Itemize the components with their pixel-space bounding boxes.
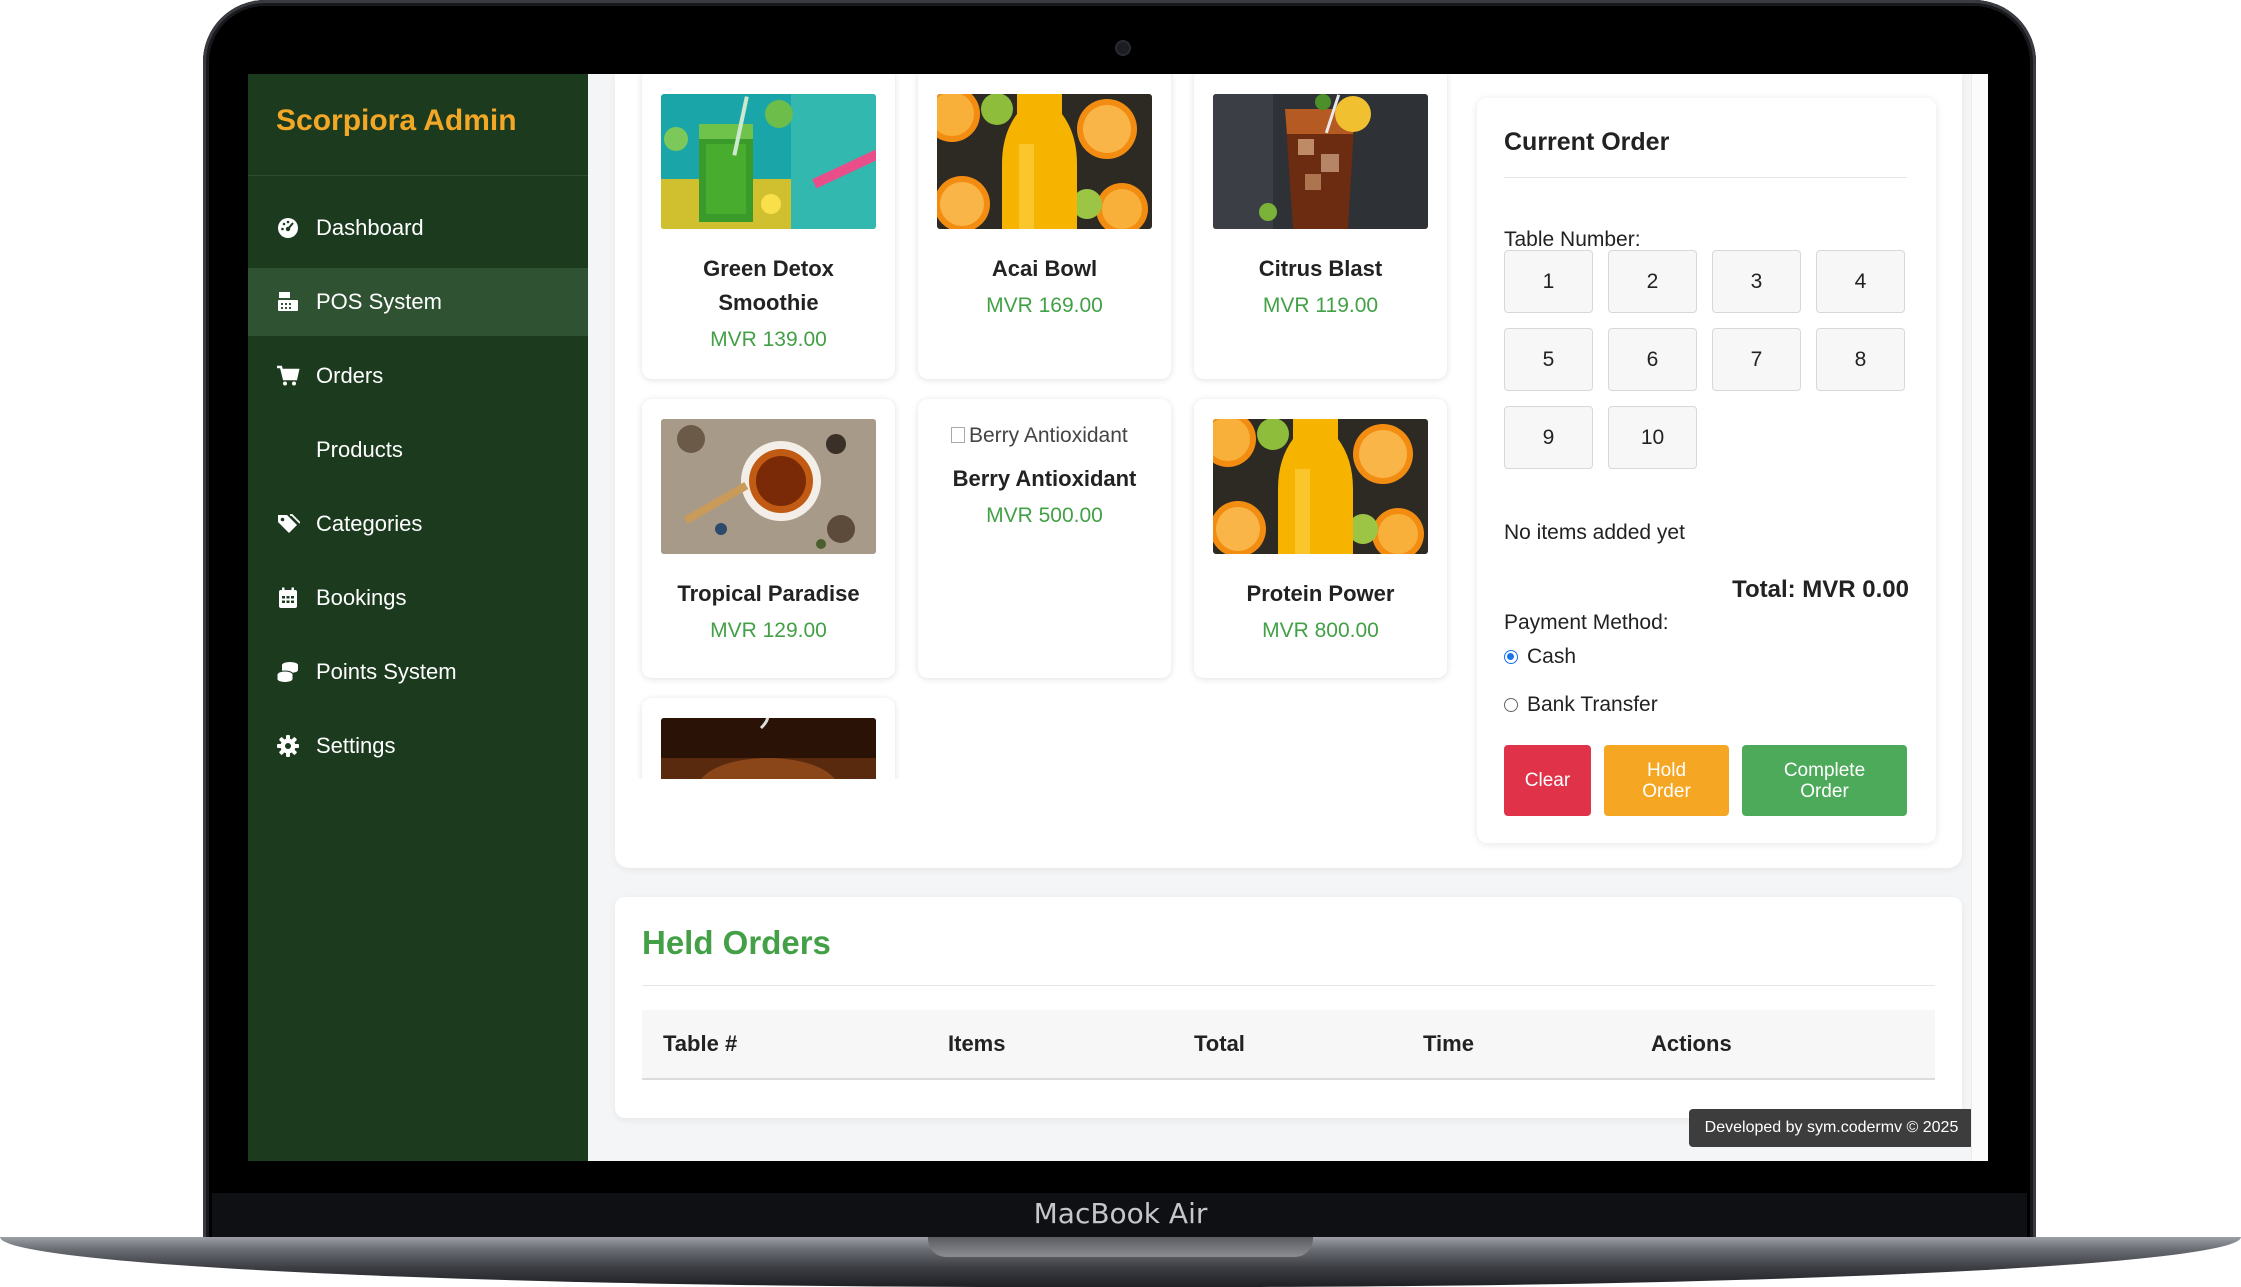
table-button-6[interactable]: 6 [1608,328,1697,391]
main-content: Green Detox Smoothie MVR 139.00 Acai Bow… [588,74,1988,1161]
column-header-time: Time [1423,1031,1474,1056]
sidebar-item-settings[interactable]: Settings [248,712,588,780]
sidebar-item-pos-system[interactable]: POS System [248,268,588,336]
held-orders-panel: Held Orders Table # Items Total Time Act… [615,897,1962,1118]
sidebar-item-label: Points System [316,659,457,684]
radio-bank-transfer[interactable] [1504,698,1518,712]
screen: Scorpiora Admin Dashboard POS System Ord… [248,74,1988,1161]
products-icon [276,438,300,462]
dashboard-icon [276,216,300,240]
hold-order-button[interactable]: Hold Order [1604,745,1729,816]
product-name: Citrus Blast [1258,256,1383,281]
product-grid: Green Detox Smoothie MVR 139.00 Acai Bow… [615,74,1467,779]
table-button-10[interactable]: 10 [1608,406,1697,469]
sidebar-nav: Dashboard POS System Orders Products Cat… [248,194,588,780]
camera-icon [1115,40,1131,56]
product-image [661,94,876,229]
product-name: Acai Bowl [991,256,1098,281]
table-button-9[interactable]: 9 [1504,406,1593,469]
column-header-table: Table # [663,1031,738,1056]
payment-option-label: Bank Transfer [1527,693,1658,716]
broken-image: Berry Antioxidant [918,399,1171,448]
sidebar-item-bookings[interactable]: Bookings [248,564,588,632]
product-card[interactable]: Protein Power MVR 800.00 [1194,399,1447,678]
product-card[interactable]: Berry Antioxidant Berry Antioxidant MVR … [918,399,1171,678]
held-orders-title: Held Orders [642,924,1935,986]
complete-order-button[interactable]: Complete Order [1742,745,1907,816]
developer-credit-badge: Developed by sym.codermv © 2025 [1689,1109,1974,1147]
current-order-panel: Current Order Table Number: 1 2 3 4 5 6 … [1477,98,1936,843]
sidebar-item-dashboard[interactable]: Dashboard [248,194,588,262]
table-button-3[interactable]: 3 [1712,250,1801,313]
sidebar-item-products[interactable]: Products [248,416,588,484]
device-label: MacBook Air [1033,1197,1208,1230]
product-image [661,718,876,779]
column-header-actions: Actions [1651,1031,1732,1056]
sidebar-item-label: Settings [316,733,396,758]
clear-button[interactable]: Clear [1504,745,1591,816]
payment-method-label: Payment Method: [1504,611,1669,634]
laptop-notch [928,1237,1313,1257]
column-header-total: Total [1194,1031,1245,1056]
sidebar-item-label: Orders [316,363,384,388]
product-image [937,94,1152,229]
sidebar-item-points-system[interactable]: Points System [248,638,588,706]
product-price: MVR 169.00 [986,294,1103,317]
sidebar-item-categories[interactable]: Categories [248,490,588,558]
tags-icon [276,512,300,536]
product-card[interactable]: Tropical Paradise MVR 129.00 [642,399,895,678]
complete-order-label: Complete Order [1783,759,1866,802]
broken-image-icon [951,427,965,443]
product-image [1213,419,1428,554]
empty-order-message: No items added yet [1504,521,1685,544]
sidebar-item-label: Products [316,437,403,462]
table-button-7[interactable]: 7 [1712,328,1801,391]
held-orders-table-header: Table # Items Total Time Actions [642,1010,1935,1080]
product-card[interactable]: Acai Bowl MVR 169.00 [918,74,1171,379]
table-button-8[interactable]: 8 [1816,328,1905,391]
scrollbar[interactable] [1971,74,1988,1161]
table-button-5[interactable]: 5 [1504,328,1593,391]
payment-option-label: Cash [1527,645,1577,668]
table-number-label: Table Number: [1504,228,1641,251]
table-button-1[interactable]: 1 [1504,250,1593,313]
product-image [1213,94,1428,229]
coins-icon [276,660,300,684]
calendar-icon [276,586,300,610]
image-alt-text: Berry Antioxidant [969,424,1128,447]
order-total: Total: MVR 0.00 [1732,576,1909,603]
sidebar-item-label: POS System [316,289,442,314]
hold-order-label: Hold Order [1642,759,1691,802]
pos-panel: Green Detox Smoothie MVR 139.00 Acai Bow… [615,74,1962,868]
gear-icon [276,734,300,758]
product-name: Berry Antioxidant [952,466,1137,491]
brand-title[interactable]: Scorpiora Admin [248,74,588,176]
table-button-4[interactable]: 4 [1816,250,1905,313]
product-image [661,419,876,554]
product-price: MVR 129.00 [710,619,827,642]
product-name: Tropical Paradise [677,581,860,606]
product-price: MVR 500.00 [986,504,1103,527]
table-button-2[interactable]: 2 [1608,250,1697,313]
sidebar-item-orders[interactable]: Orders [248,342,588,410]
radio-cash[interactable] [1504,650,1518,664]
product-price: MVR 800.00 [1262,619,1379,642]
product-price: MVR 119.00 [1262,294,1379,317]
current-order-title: Current Order [1504,128,1907,178]
payment-option-cash[interactable]: Cash [1504,645,1576,669]
column-header-items: Items [948,1031,1006,1056]
product-card[interactable] [642,698,895,779]
product-card[interactable]: Citrus Blast MVR 119.00 [1194,74,1447,379]
cash-register-icon [276,290,300,314]
sidebar-item-label: Bookings [316,585,407,610]
sidebar-item-label: Dashboard [316,215,424,240]
sidebar-item-label: Categories [316,511,423,536]
payment-option-bank-transfer[interactable]: Bank Transfer [1504,693,1658,717]
product-name: Protein Power [1246,581,1395,606]
product-card[interactable]: Green Detox Smoothie MVR 139.00 [642,74,895,379]
cart-icon [276,364,300,388]
product-price: MVR 139.00 [710,328,827,351]
sidebar: Scorpiora Admin Dashboard POS System Ord… [248,74,588,1161]
product-name: Green Detox Smoothie [703,256,834,315]
